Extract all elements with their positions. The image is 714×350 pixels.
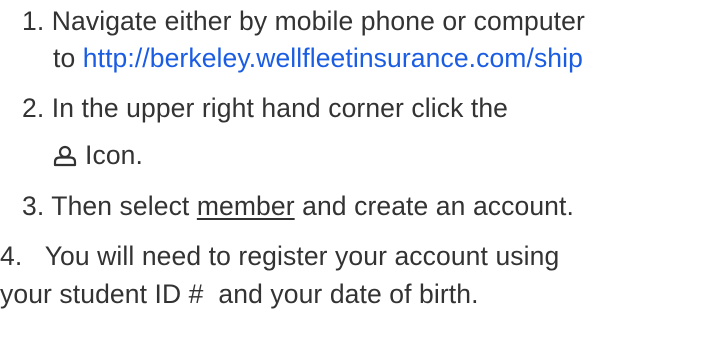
step-2-number: 2.	[22, 93, 45, 123]
step-2-text: In the upper right hand corner click the	[51, 93, 509, 123]
user-icon	[53, 142, 77, 167]
step-1-prefix: to	[53, 43, 83, 73]
step-2-line-2: Icon.	[53, 139, 143, 172]
step-3-line-1: 3. Then select member and create an acco…	[22, 190, 574, 223]
step-1-number: 1.	[22, 6, 45, 36]
step-2-line-1: 2. In the upper right hand corner click …	[22, 92, 508, 125]
step-4-text: You will need to register your account u…	[44, 241, 560, 271]
step-1-line-1: 1. Navigate either by mobile phone or co…	[22, 5, 585, 38]
step-1-text: Navigate either by mobile phone or compu…	[51, 6, 585, 36]
step-4-line-2: your student ID # and your date of birth…	[0, 278, 479, 311]
step-4-line-1: 4. You will need to register your accoun…	[0, 240, 559, 273]
step-1-line-2: to http://berkeley.wellfleetinsurance.co…	[53, 42, 583, 75]
member-text: member	[196, 191, 295, 221]
step-4-text-continued: your student ID # and your date of birth…	[0, 279, 479, 309]
step-4-number: 4.	[0, 241, 23, 271]
wellfleet-ship-link[interactable]: http://berkeley.wellfleetinsurance.com/s…	[83, 43, 583, 73]
step-3-suffix: and create an account.	[294, 191, 574, 221]
step-3-number: 3.	[22, 191, 45, 221]
step-3-prefix: Then select	[51, 191, 197, 221]
instructions-document: 1. Navigate either by mobile phone or co…	[0, 0, 714, 350]
step-2-icon-label: Icon.	[85, 140, 143, 170]
